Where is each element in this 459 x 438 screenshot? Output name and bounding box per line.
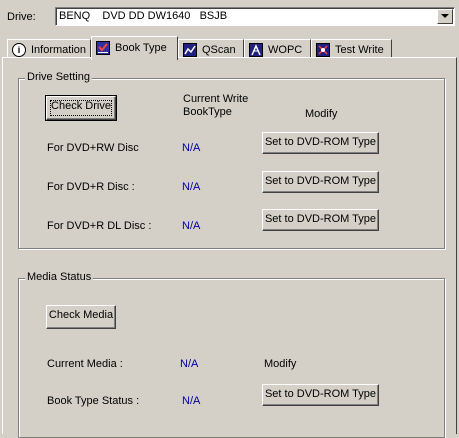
tab-test-write-label: Test Write bbox=[335, 44, 384, 56]
set-dvd-rom-rw-button[interactable]: Set to DVD-ROM Type bbox=[262, 132, 379, 154]
row-dvd-r-value: N/A bbox=[182, 181, 201, 193]
media-status-title: Media Status bbox=[25, 271, 94, 283]
book-type-panel: Drive Setting Check Drive Current Write … bbox=[2, 57, 457, 438]
tab-book-type-label: Book Type bbox=[115, 42, 167, 54]
book-type-status-value: N/A bbox=[182, 395, 201, 407]
set-dvd-rom-label: Set to DVD-ROM Type bbox=[264, 175, 377, 187]
row-dvd-r-dl-value: N/A bbox=[182, 220, 201, 232]
set-dvd-rom-label: Set to DVD-ROM Type bbox=[264, 388, 377, 400]
test-write-icon bbox=[316, 43, 330, 57]
wopc-icon bbox=[249, 43, 263, 57]
col-current-write: Current Write bbox=[183, 93, 249, 105]
drive-select-value: BENQ DVD DD DW1640 BSJB bbox=[59, 10, 228, 22]
current-media-label: Current Media : bbox=[47, 358, 123, 370]
drive-setting-group: Drive Setting Check Drive Current Write … bbox=[18, 71, 445, 249]
col-booktype: BookType bbox=[183, 106, 232, 118]
col-modify: Modify bbox=[305, 108, 338, 120]
check-drive-button[interactable]: Check Drive bbox=[45, 95, 117, 121]
row-dvd-r-dl-label: For DVD+R DL Disc : bbox=[47, 220, 152, 232]
tab-information-label: Information bbox=[31, 44, 87, 56]
set-dvd-rom-label: Set to DVD-ROM Type bbox=[264, 213, 377, 225]
tab-qscan-label: QScan bbox=[202, 44, 236, 56]
set-dvd-rom-label: Set to DVD-ROM Type bbox=[264, 136, 377, 148]
drive-select[interactable]: BENQ DVD DD DW1640 BSJB bbox=[55, 7, 455, 26]
media-modify-label: Modify bbox=[264, 358, 297, 370]
current-media-value: N/A bbox=[180, 358, 199, 370]
drive-label: Drive: bbox=[7, 11, 36, 23]
set-dvd-rom-r-dl-button[interactable]: Set to DVD-ROM Type bbox=[262, 209, 379, 231]
check-drive-label: Check Drive bbox=[51, 100, 111, 112]
check-disc-icon bbox=[96, 41, 110, 55]
tab-wopc-label: WOPC bbox=[268, 44, 303, 56]
set-dvd-rom-r-button[interactable]: Set to DVD-ROM Type bbox=[262, 171, 379, 193]
row-dvd-r-label: For DVD+R Disc : bbox=[47, 181, 135, 193]
tab-book-type[interactable]: Book Type bbox=[91, 36, 178, 60]
scan-graph-icon bbox=[183, 43, 197, 57]
dropdown-button[interactable] bbox=[437, 9, 453, 24]
row-dvd-rw-value: N/A bbox=[182, 142, 201, 154]
check-media-button[interactable]: Check Media bbox=[46, 305, 116, 329]
check-media-label: Check Media bbox=[48, 309, 114, 321]
chevron-down-icon bbox=[441, 14, 449, 18]
book-type-status-label: Book Type Status : bbox=[47, 395, 140, 407]
info-icon: i bbox=[12, 43, 26, 57]
media-status-group: Media Status Check Media Current Media :… bbox=[18, 271, 445, 438]
row-dvd-rw-label: For DVD+RW Disc bbox=[47, 142, 139, 154]
drive-setting-title: Drive Setting bbox=[25, 71, 92, 83]
set-dvd-rom-media-button[interactable]: Set to DVD-ROM Type bbox=[262, 384, 379, 406]
